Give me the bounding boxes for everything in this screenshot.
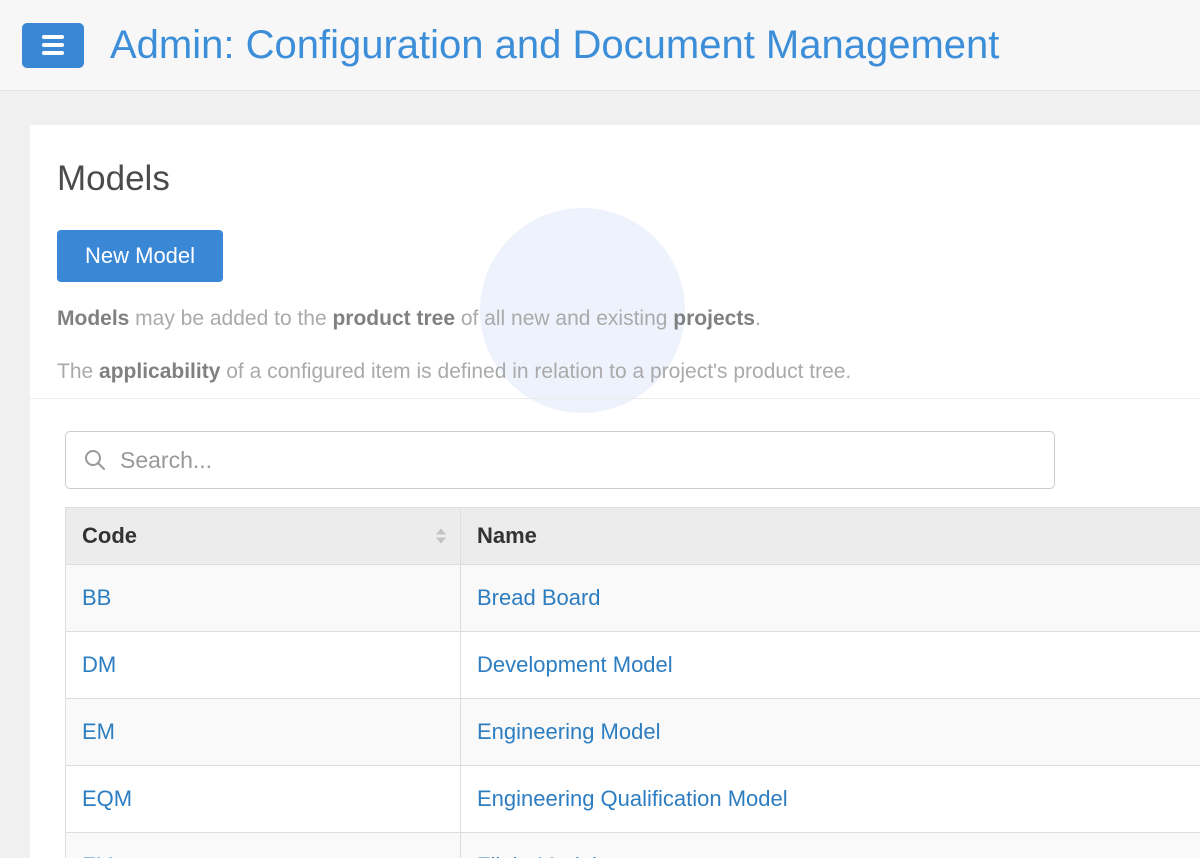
hamburger-icon (42, 35, 64, 39)
model-code-link[interactable]: FM (82, 853, 114, 858)
search-input[interactable] (120, 446, 1036, 474)
content-card: Models New Model Models may be added to … (30, 125, 1200, 858)
table-row: EM Engineering Model (65, 698, 1200, 766)
description-line-1: Models may be added to the product tree … (57, 307, 761, 330)
column-header-code[interactable]: Code (65, 507, 461, 565)
model-name-link[interactable]: Bread Board (477, 585, 601, 610)
new-model-button[interactable]: New Model (57, 230, 224, 282)
models-header-section: Models New Model Models may be added to … (30, 125, 1200, 399)
table-row: BB Bread Board (65, 564, 1200, 632)
table-row: DM Development Model (65, 631, 1200, 699)
model-name-link[interactable]: Engineering Qualification Model (477, 786, 788, 811)
search-box[interactable] (65, 431, 1055, 489)
model-name-link[interactable]: Development Model (477, 652, 673, 677)
table-row: FM Flight Model (65, 832, 1200, 858)
top-bar: Admin: Configuration and Document Manage… (0, 0, 1200, 91)
models-table: Code Name BB Bread Board DM Development … (65, 507, 1200, 858)
model-code-link[interactable]: EM (82, 719, 115, 744)
page-title: Admin: Configuration and Document Manage… (110, 22, 1000, 67)
model-code-link[interactable]: EQM (82, 786, 132, 811)
table-row: EQM Engineering Qualification Model (65, 765, 1200, 833)
description-line-2: The applicability of a configured item i… (57, 360, 852, 383)
column-header-name[interactable]: Name (460, 507, 1200, 565)
model-code-link[interactable]: DM (82, 652, 116, 677)
model-name-link[interactable]: Engineering Model (477, 719, 660, 744)
models-table-section: Code Name BB Bread Board DM (30, 399, 1200, 858)
model-name-link[interactable]: Flight Model (477, 853, 597, 858)
model-code-link[interactable]: BB (82, 585, 111, 610)
table-header-row: Code Name (65, 507, 1200, 565)
search-icon (85, 450, 105, 470)
sort-arrows-icon[interactable] (436, 528, 446, 544)
menu-button[interactable] (22, 22, 84, 68)
section-heading: Models (57, 159, 170, 198)
